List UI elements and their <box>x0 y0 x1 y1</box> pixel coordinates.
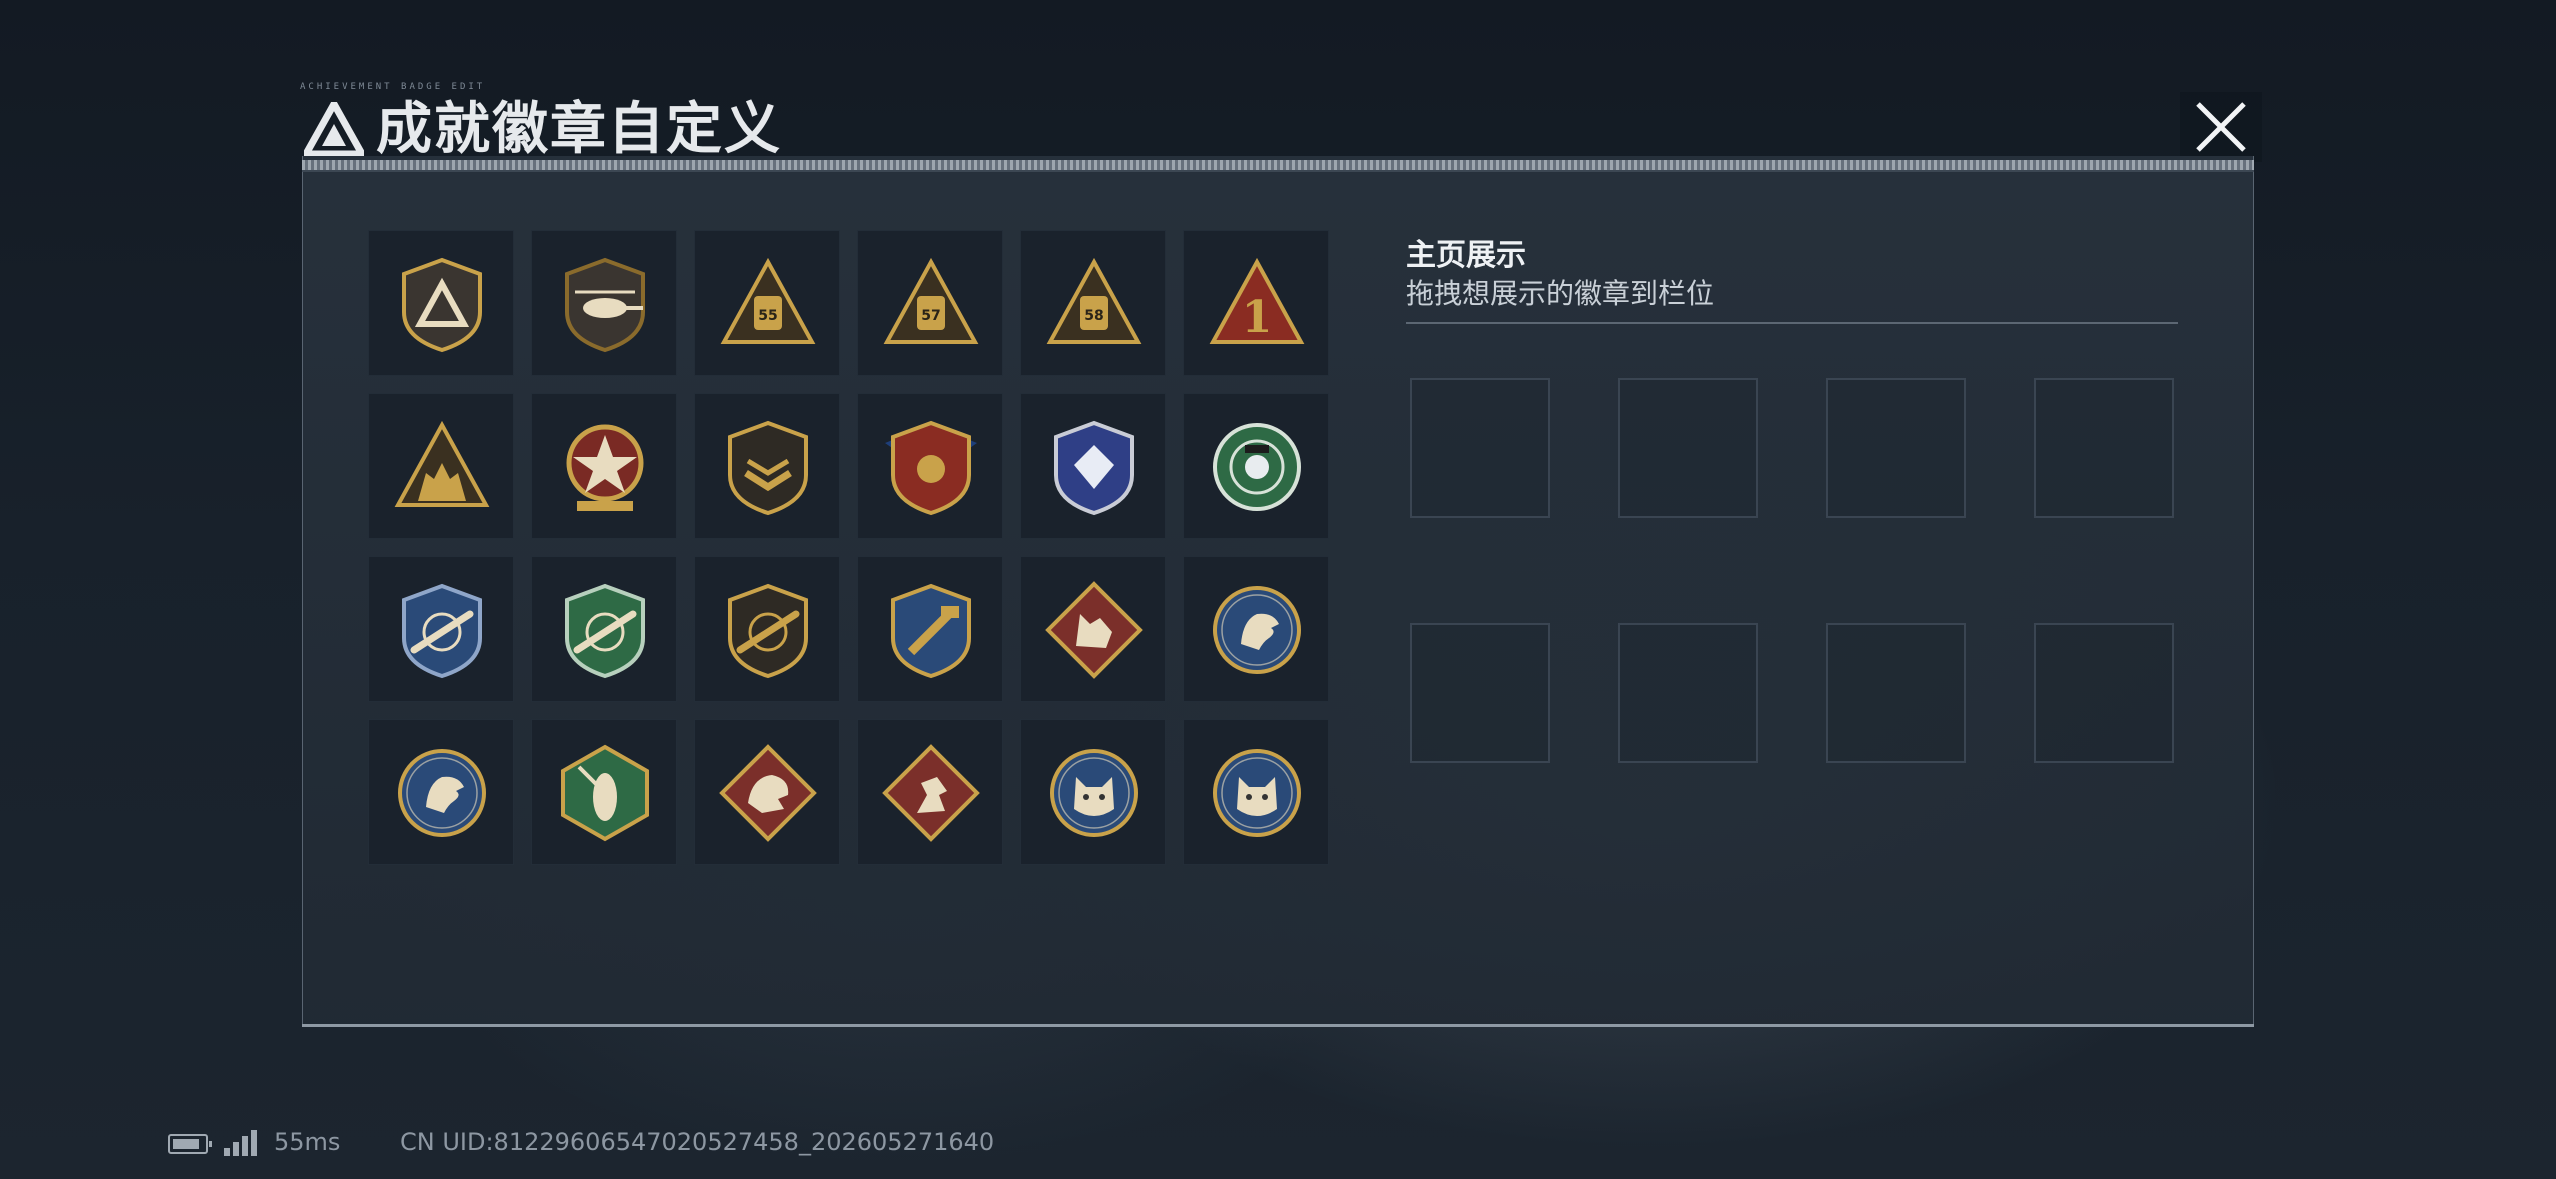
circle-eagle-icon <box>1213 586 1301 674</box>
eagle-circle-badge[interactable] <box>1183 556 1329 702</box>
skull-crosshair-badge[interactable] <box>1183 393 1329 539</box>
display-slot-7[interactable] <box>1826 623 1966 763</box>
rank-55-badge[interactable]: 55 <box>694 230 840 376</box>
diamond-runner-icon <box>882 744 980 842</box>
shield-triangle-icon <box>402 257 482 353</box>
star-medal-badge[interactable] <box>531 393 677 539</box>
shield-chevron-icon <box>728 420 808 516</box>
svg-text:1: 1 <box>1242 292 1273 343</box>
circle-eagle-icon <box>398 749 486 837</box>
squad-silhouette-badge[interactable] <box>368 393 514 539</box>
close-icon <box>2196 102 2246 152</box>
rifle-blue-shield-badge[interactable] <box>368 556 514 702</box>
svg-text:55: 55 <box>758 308 777 324</box>
triangle-number-icon: 57 <box>883 257 979 344</box>
display-slot-6[interactable] <box>1618 623 1758 763</box>
title-bar: ACHIEVEMENT BADGE EDIT 成就徽章自定义 <box>298 82 2258 164</box>
diamond-dragon-icon <box>719 744 817 842</box>
display-slot-4[interactable] <box>2034 378 2174 518</box>
diamond-blue-shield-badge[interactable] <box>1020 393 1166 539</box>
delta-logo-icon <box>304 102 364 156</box>
home-display-title: 主页展示 <box>1406 238 1526 273</box>
battery-icon <box>168 1134 212 1154</box>
eagle-circle-badge-2[interactable] <box>368 719 514 865</box>
display-slot-5[interactable] <box>1410 623 1550 763</box>
close-button[interactable] <box>2180 92 2262 162</box>
hammer-gold-shield-badge[interactable] <box>857 556 1003 702</box>
svg-text:58: 58 <box>1084 308 1103 324</box>
triangle-number-red-icon: 1 <box>1209 257 1305 344</box>
panel-bottom-divider <box>302 1024 2254 1027</box>
rifle-gold-shield-badge[interactable] <box>694 556 840 702</box>
signal-icon <box>224 1130 258 1156</box>
shield-rifle-green-icon <box>565 583 645 679</box>
shield-hammer-gold-icon <box>891 583 971 679</box>
winged-red-shield-badge[interactable] <box>857 393 1003 539</box>
display-slot-8[interactable] <box>2034 623 2174 763</box>
ping-text: 55ms <box>274 1128 341 1156</box>
home-display-hint: 拖拽想展示的徽章到栏位 <box>1406 277 1715 310</box>
hex-hornet-icon <box>561 744 649 842</box>
runner-diamond-badge[interactable] <box>857 719 1003 865</box>
rifle-green-shield-badge[interactable] <box>531 556 677 702</box>
circle-lynx-icon <box>1050 749 1138 837</box>
delta-triangle-shield-badge[interactable] <box>368 230 514 376</box>
display-slot-2[interactable] <box>1618 378 1758 518</box>
triangle-number-icon: 55 <box>720 257 816 344</box>
lynx-circle-badge-2[interactable] <box>1183 719 1329 865</box>
display-slot-3[interactable] <box>1826 378 1966 518</box>
lynx-circle-badge[interactable] <box>1020 719 1166 865</box>
shield-rifle-blue-icon <box>402 583 482 679</box>
display-slot-1[interactable] <box>1410 378 1550 518</box>
shield-diamond-blue-icon <box>1054 420 1134 516</box>
panel-top-divider <box>302 160 2254 172</box>
shield-wings-red-icon <box>885 420 977 516</box>
uid-text: CN UID:8122960654702052745​8_20260527164… <box>400 1128 995 1156</box>
star-medal-icon <box>566 424 644 511</box>
rank-1-badge[interactable]: 1 <box>1183 230 1329 376</box>
helicopter-shield-badge[interactable] <box>531 230 677 376</box>
diamond-wolf-icon <box>1045 581 1143 679</box>
shield-rifle-gold-icon <box>728 583 808 679</box>
shield-helicopter-icon <box>565 257 645 353</box>
hornet-hexagon-badge[interactable] <box>531 719 677 865</box>
svg-text:57: 57 <box>921 308 940 324</box>
rank-57-badge[interactable]: 57 <box>857 230 1003 376</box>
rank-58-badge[interactable]: 58 <box>1020 230 1166 376</box>
circle-skull-green-icon <box>1213 423 1301 511</box>
home-display-divider <box>1406 322 2178 324</box>
circle-lynx-icon <box>1213 749 1301 837</box>
chevron-shield-badge[interactable] <box>694 393 840 539</box>
wolf-diamond-badge[interactable] <box>1020 556 1166 702</box>
triangle-number-icon: 58 <box>1046 257 1142 344</box>
triangle-squad-icon <box>394 420 490 507</box>
dragon-diamond-badge[interactable] <box>694 719 840 865</box>
